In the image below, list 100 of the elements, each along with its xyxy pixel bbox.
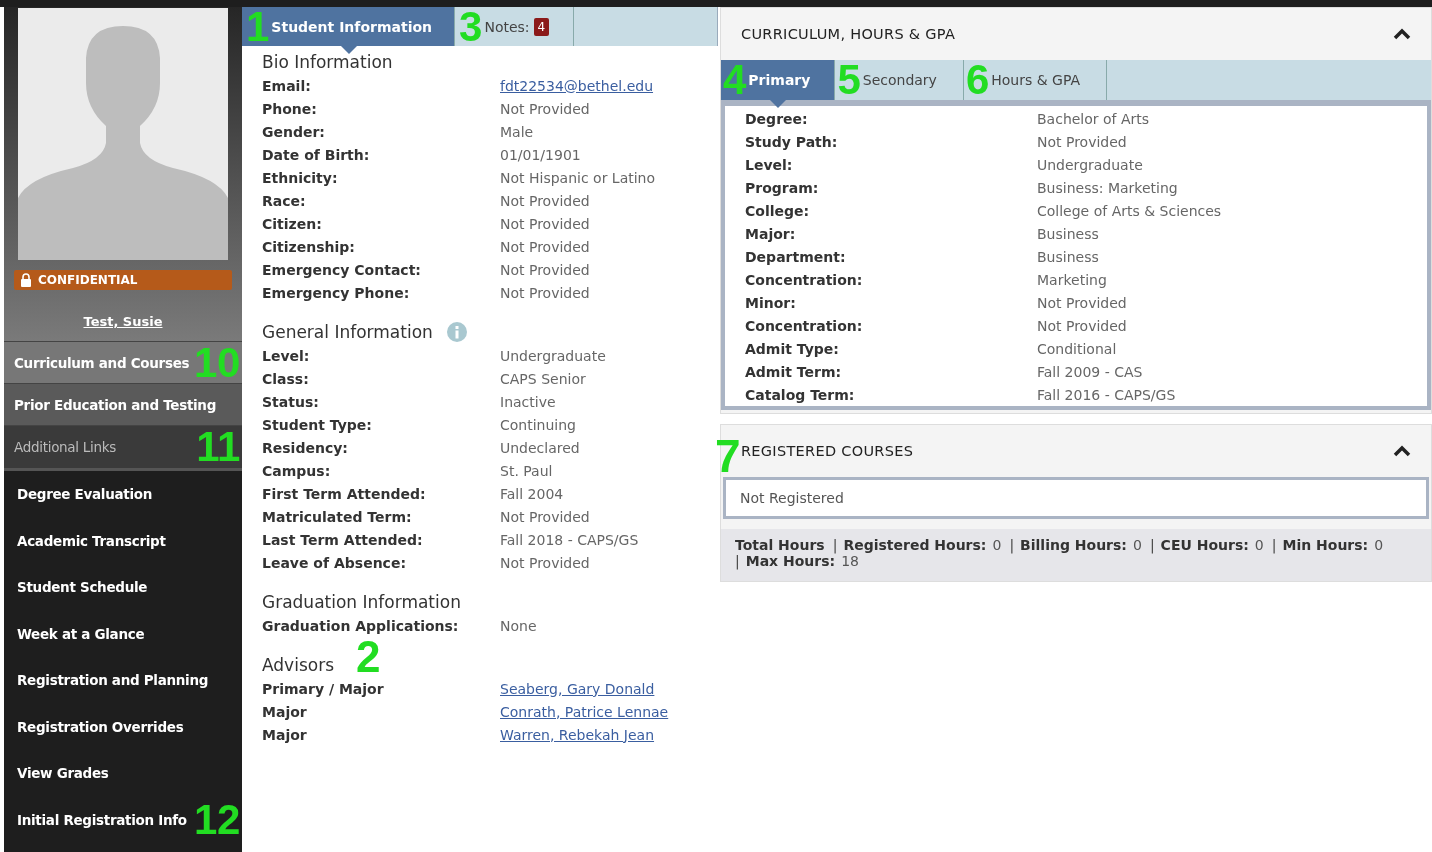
value-link[interactable]: Seaberg, Gary Donald bbox=[500, 680, 655, 697]
field-value: Fall 2009 - CAS bbox=[1037, 363, 1143, 380]
field-value: None bbox=[500, 617, 537, 634]
separator: | bbox=[1271, 537, 1277, 553]
field-value: Not Provided bbox=[500, 238, 590, 255]
total-value: 0 bbox=[1254, 537, 1264, 553]
field-label: Study Path: bbox=[745, 133, 839, 150]
field-label: Phone: bbox=[262, 100, 318, 117]
section-title: General Information bbox=[262, 322, 433, 342]
field-label: Major bbox=[262, 703, 308, 720]
field-value: Undeclared bbox=[500, 439, 580, 456]
nav-item[interactable]: Week at a Glance bbox=[4, 610, 242, 657]
count-badge: 4 bbox=[533, 17, 550, 36]
callout-number: 12 bbox=[193, 799, 240, 840]
section-title: Graduation Information bbox=[262, 592, 461, 612]
field-label: Primary / Major bbox=[262, 680, 385, 697]
field-value: Not Provided bbox=[1037, 133, 1127, 150]
field-value: Not Provided bbox=[500, 261, 590, 278]
field-value: Not Hispanic or Latino bbox=[500, 169, 656, 186]
field-value: Undergraduate bbox=[500, 347, 606, 364]
field-label: Gender: bbox=[262, 123, 326, 140]
nav-item[interactable]: Prior Education and Testing bbox=[4, 383, 242, 425]
callout-number: 5 bbox=[837, 61, 861, 99]
nav-label: Curriculum and Courses bbox=[14, 354, 190, 371]
field-label: Date of Birth: bbox=[262, 146, 371, 163]
field-label: Emergency Contact: bbox=[262, 261, 422, 278]
callout-number: 7 bbox=[715, 433, 741, 479]
field-value: Marketing bbox=[1037, 271, 1107, 288]
field-label: Program: bbox=[745, 179, 820, 196]
nav-label: Additional Links bbox=[14, 439, 116, 455]
field-value: CAPS Senior bbox=[500, 370, 586, 387]
field-value: Continuing bbox=[500, 416, 576, 433]
field-value: Not Provided bbox=[500, 284, 590, 301]
value-link[interactable]: Conrath, Patrice Lennae bbox=[500, 703, 669, 720]
field-label: College: bbox=[745, 202, 811, 219]
nav-label: Registration Overrides bbox=[17, 718, 184, 735]
lock-icon bbox=[20, 273, 32, 287]
field-label: Leave of Absence: bbox=[262, 554, 407, 571]
total-label: Min Hours: bbox=[1282, 537, 1369, 553]
field-value: Undergraduate bbox=[1037, 156, 1143, 173]
field-label: Department: bbox=[745, 248, 847, 265]
field-value: Fall 2016 - CAPS/GS bbox=[1037, 386, 1176, 403]
nav-label: Student Schedule bbox=[17, 579, 148, 596]
separator: | bbox=[1149, 537, 1155, 553]
callout-number: 10 bbox=[193, 342, 240, 383]
field-value: Not Provided bbox=[500, 508, 590, 525]
field-value: Not Provided bbox=[500, 554, 590, 571]
nav-item[interactable]: Academic Transcript bbox=[4, 517, 242, 564]
panel-title: CURRICULUM, HOURS & GPA bbox=[741, 26, 956, 42]
field-label: Race: bbox=[262, 192, 307, 209]
nav-item[interactable]: View Grades bbox=[4, 750, 242, 797]
message-box: Not Registered bbox=[723, 477, 1429, 519]
total-label: Billing Hours: bbox=[1020, 537, 1127, 553]
nav-label: Registration and Planning bbox=[17, 672, 209, 689]
badge-text: CONFIDENTIAL bbox=[38, 273, 138, 287]
nav-label: Academic Transcript bbox=[17, 532, 166, 549]
total-label: CEU Hours: bbox=[1160, 537, 1249, 553]
total-value: 18 bbox=[841, 553, 859, 569]
field-value: Fall 2018 - CAPS/GS bbox=[500, 531, 639, 548]
field-label: Major: bbox=[745, 225, 797, 242]
section-title: Bio Information bbox=[262, 52, 393, 72]
callout-number: 3 bbox=[459, 7, 483, 46]
field-label: Level: bbox=[745, 156, 794, 173]
field-label: Citizen: bbox=[262, 215, 323, 232]
field-value: Business: Marketing bbox=[1037, 179, 1178, 196]
field-label: Major bbox=[262, 726, 308, 743]
field-value: Not Provided bbox=[500, 192, 590, 209]
field-value: Fall 2004 bbox=[500, 485, 564, 502]
tab-pointer bbox=[340, 46, 357, 54]
nav-item[interactable]: Registration and Planning bbox=[4, 657, 242, 704]
field-label: Matriculated Term: bbox=[262, 508, 413, 525]
section-title: Advisors bbox=[262, 655, 334, 675]
field-label: Degree: bbox=[745, 110, 809, 127]
nav-item[interactable]: Registration Overrides bbox=[4, 703, 242, 750]
value-link[interactable]: fdt22534@bethel.edu bbox=[500, 77, 654, 94]
field-label: Email: bbox=[262, 77, 312, 94]
nav-item[interactable]: Student Schedule bbox=[4, 564, 242, 611]
field-label: Concentration: bbox=[745, 271, 864, 288]
field-value: St. Paul bbox=[500, 462, 553, 479]
field-label: Admit Term: bbox=[745, 363, 843, 380]
field-label: Class: bbox=[262, 370, 310, 387]
field-value: College of Arts & Sciences bbox=[1037, 202, 1222, 219]
separator: | bbox=[832, 537, 838, 553]
total-label: Registered Hours: bbox=[843, 537, 987, 553]
field-value: Business bbox=[1037, 225, 1099, 242]
field-label: Admit Type: bbox=[745, 340, 840, 357]
value-link[interactable]: Warren, Rebekah Jean bbox=[500, 726, 655, 743]
field-label: Graduation Applications: bbox=[262, 617, 460, 634]
nav-item[interactable]: Degree Evaluation bbox=[4, 471, 242, 518]
field-label: Concentration: bbox=[745, 317, 864, 334]
separator: | bbox=[1009, 537, 1015, 553]
panel-title: REGISTERED COURSES bbox=[741, 443, 914, 459]
total-value: 0 bbox=[992, 537, 1002, 553]
field-value: Male bbox=[500, 123, 534, 140]
field-label: Level: bbox=[262, 347, 311, 364]
callout-number: 2 bbox=[356, 635, 381, 679]
field-label: Emergency Phone: bbox=[262, 284, 411, 301]
field-label: Status: bbox=[262, 393, 320, 410]
student-name-link[interactable]: Test, Susie bbox=[83, 314, 163, 329]
field-value: Conditional bbox=[1037, 340, 1117, 357]
